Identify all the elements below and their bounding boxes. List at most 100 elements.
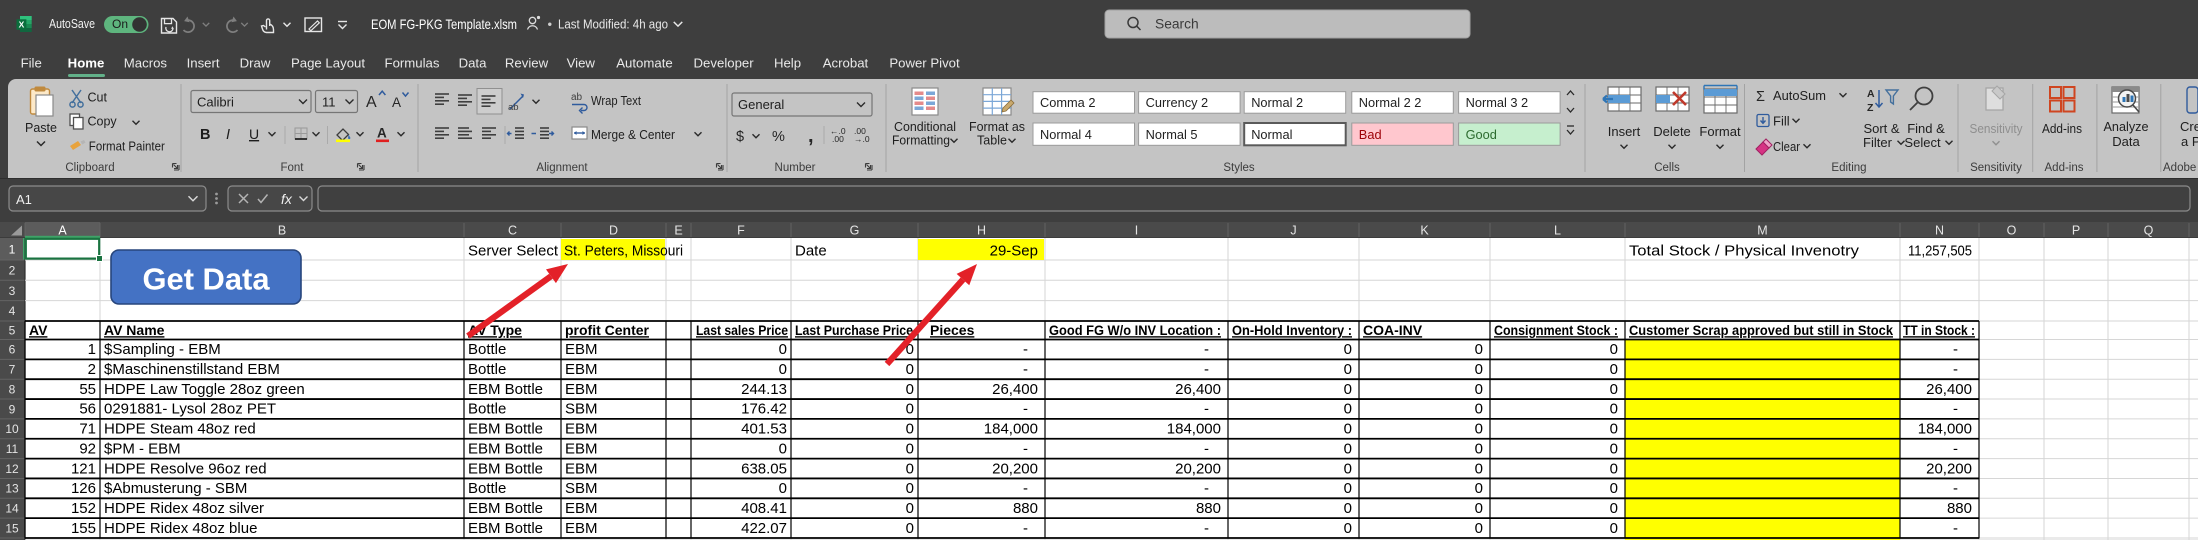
svg-text:A1: A1 xyxy=(16,192,32,207)
svg-text:%: % xyxy=(772,129,785,145)
svg-text:Normal 2 2: Normal 2 2 xyxy=(1359,95,1422,110)
svg-text:-: - xyxy=(1023,341,1028,358)
svg-text:Acrobat: Acrobat xyxy=(823,56,869,71)
svg-text:→.0: →.0 xyxy=(854,134,870,144)
svg-text:Normal 5: Normal 5 xyxy=(1146,127,1198,142)
svg-text:155: 155 xyxy=(71,520,96,537)
svg-text:0: 0 xyxy=(1344,381,1352,398)
svg-text:EBM: EBM xyxy=(565,361,598,378)
svg-text:0: 0 xyxy=(779,341,787,358)
svg-text:0: 0 xyxy=(906,440,914,457)
svg-text:-: - xyxy=(1023,520,1028,537)
svg-text:0: 0 xyxy=(1610,421,1618,438)
svg-text:EBM Bottle: EBM Bottle xyxy=(468,381,543,398)
svg-text:0: 0 xyxy=(1344,401,1352,418)
svg-text:0: 0 xyxy=(1475,401,1483,418)
svg-text:-: - xyxy=(1023,480,1028,497)
svg-text:8: 8 xyxy=(9,382,16,396)
svg-text:880: 880 xyxy=(1196,500,1221,517)
svg-text:0: 0 xyxy=(779,440,787,457)
svg-text:SBM: SBM xyxy=(565,401,598,418)
svg-text:14: 14 xyxy=(5,502,19,516)
svg-text:EBM: EBM xyxy=(565,460,598,477)
svg-text:26,400: 26,400 xyxy=(1926,381,1972,398)
svg-text:0: 0 xyxy=(1344,341,1352,358)
svg-text:Last sales Price: Last sales Price xyxy=(696,322,788,338)
svg-text:-: - xyxy=(1953,341,1958,358)
svg-text:0: 0 xyxy=(779,480,787,497)
svg-text:184,000: 184,000 xyxy=(1918,421,1972,438)
svg-text:408.41: 408.41 xyxy=(741,500,787,517)
svg-text:Normal 4: Normal 4 xyxy=(1040,127,1092,142)
svg-text:11: 11 xyxy=(6,442,19,456)
svg-text:EBM: EBM xyxy=(565,341,598,358)
svg-text:0: 0 xyxy=(1344,421,1352,438)
svg-text:-: - xyxy=(1023,361,1028,378)
svg-text:•: • xyxy=(548,17,553,32)
svg-text:0: 0 xyxy=(1610,440,1618,457)
svg-text:20,200: 20,200 xyxy=(992,460,1038,477)
svg-text:On: On xyxy=(112,17,128,31)
svg-text:M: M xyxy=(1757,224,1767,238)
svg-text:HDPE Steam 48oz red: HDPE Steam 48oz red xyxy=(104,421,256,438)
svg-text:EBM Bottle: EBM Bottle xyxy=(468,421,543,438)
svg-text:Format Painter: Format Painter xyxy=(89,140,165,154)
svg-text:-: - xyxy=(1204,520,1209,537)
svg-text:AV: AV xyxy=(29,322,48,338)
svg-text:0: 0 xyxy=(906,480,914,497)
svg-text:U: U xyxy=(249,126,259,142)
svg-text:Find &: Find & xyxy=(1907,121,1945,136)
svg-text:O: O xyxy=(2007,224,2017,238)
svg-text:Select: Select xyxy=(1904,135,1941,150)
svg-text:Cre: Cre xyxy=(2180,119,2198,134)
svg-text:Developer: Developer xyxy=(694,56,755,71)
svg-text:-: - xyxy=(1204,341,1209,358)
svg-text:Currency 2: Currency 2 xyxy=(1146,95,1209,110)
svg-text:-: - xyxy=(1204,440,1209,457)
svg-text:0: 0 xyxy=(906,520,914,537)
svg-text:E: E xyxy=(674,224,682,238)
svg-text:TT in Stock :: TT in Stock : xyxy=(1903,322,1975,338)
svg-text:Draw: Draw xyxy=(240,56,271,71)
svg-text:0: 0 xyxy=(1344,500,1352,517)
svg-text:0: 0 xyxy=(1610,480,1618,497)
svg-text:Merge & Center: Merge & Center xyxy=(591,127,676,142)
svg-text:Sort &: Sort & xyxy=(1863,121,1899,136)
svg-text:Review: Review xyxy=(505,56,549,71)
svg-text:K: K xyxy=(1420,224,1429,238)
svg-text:176.42: 176.42 xyxy=(741,401,787,418)
svg-text:Data: Data xyxy=(459,56,488,71)
svg-text:fx: fx xyxy=(281,191,293,207)
svg-text:AV Name: AV Name xyxy=(104,322,165,338)
svg-text:0: 0 xyxy=(779,361,787,378)
svg-text:Macros: Macros xyxy=(124,56,168,71)
svg-text:Data: Data xyxy=(2112,134,2140,149)
svg-text:-: - xyxy=(1953,401,1958,418)
svg-text:Add-ins: Add-ins xyxy=(2045,162,2084,174)
svg-text:0: 0 xyxy=(1475,361,1483,378)
svg-text:Power Pivot: Power Pivot xyxy=(889,56,960,71)
svg-text:$: $ xyxy=(736,129,744,145)
svg-text:0291881- Lysol 28oz PET: 0291881- Lysol 28oz PET xyxy=(104,401,276,418)
svg-text:A: A xyxy=(58,224,67,238)
svg-text:General: General xyxy=(738,97,784,112)
svg-text:20,200: 20,200 xyxy=(1175,460,1221,477)
svg-text:-: - xyxy=(1204,401,1209,418)
svg-text:Number: Number xyxy=(775,162,816,174)
svg-text:Calibri: Calibri xyxy=(197,95,234,110)
svg-text:A: A xyxy=(377,126,387,141)
svg-text:0: 0 xyxy=(906,500,914,517)
svg-text:Cut: Cut xyxy=(88,91,108,105)
svg-text:0: 0 xyxy=(906,381,914,398)
svg-text:HDPE Ridex 48oz blue: HDPE Ridex 48oz blue xyxy=(104,520,257,537)
svg-text:-: - xyxy=(1953,520,1958,537)
svg-text:File: File xyxy=(21,56,42,71)
svg-text:St. Peters, Missouri: St. Peters, Missouri xyxy=(564,242,683,259)
svg-text:6: 6 xyxy=(9,343,16,357)
svg-text:Insert: Insert xyxy=(1608,124,1641,139)
svg-text:X: X xyxy=(19,19,25,29)
svg-text:Good FG W/o INV Location :: Good FG W/o INV Location : xyxy=(1049,322,1221,338)
svg-text:Bottle: Bottle xyxy=(468,401,506,418)
svg-text:184,000: 184,000 xyxy=(984,421,1038,438)
svg-text:638.05: 638.05 xyxy=(741,460,787,477)
